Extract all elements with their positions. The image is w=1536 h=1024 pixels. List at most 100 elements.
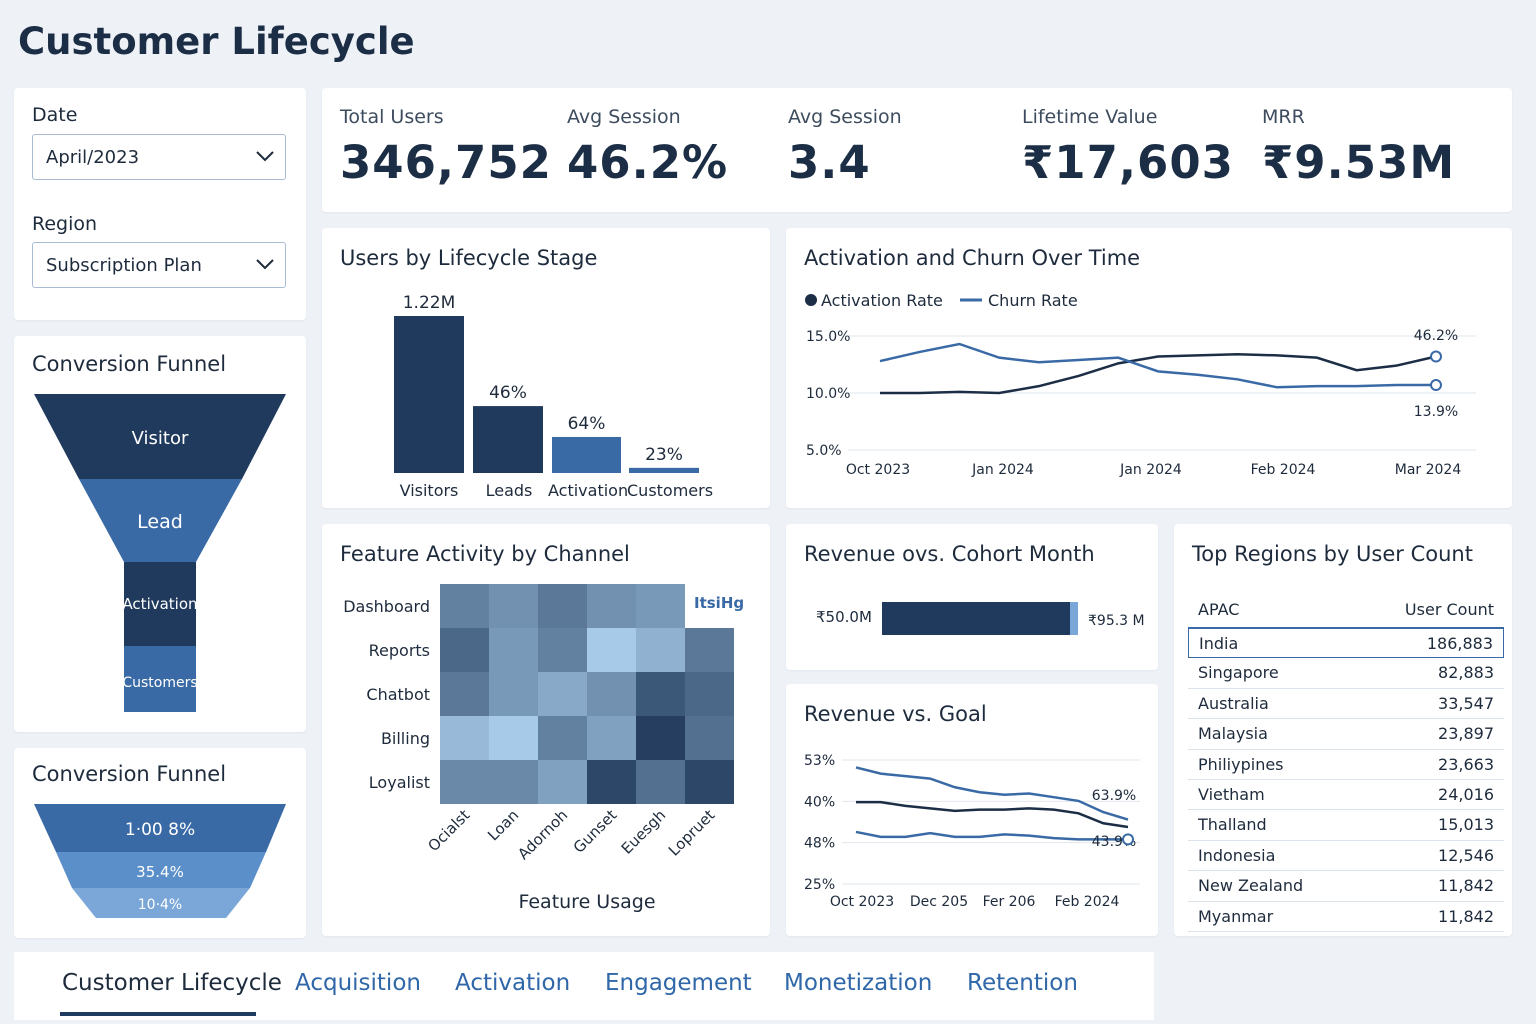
funnel-label: Activation (122, 595, 197, 613)
x-tick-label: Jan 2024 (1119, 462, 1182, 478)
cohort-bar[interactable] (882, 602, 1070, 635)
table-row[interactable]: New Zealand 11,842 (1188, 871, 1504, 902)
heatmap-cell[interactable] (636, 584, 685, 628)
funnel-label: Visitor (132, 428, 189, 449)
heatmap-cell[interactable] (685, 628, 734, 672)
series-end-marker[interactable] (1430, 379, 1442, 392)
heatmap-cell[interactable] (587, 760, 636, 804)
heatmap-cell[interactable] (440, 584, 489, 628)
region-name-cell: Myanmar (1198, 906, 1274, 926)
column-header-region[interactable]: APAC (1198, 600, 1239, 627)
column-header-count[interactable]: User Count (1405, 600, 1494, 627)
region-name-cell: New Zealand (1198, 876, 1304, 896)
lifecycle-bar[interactable] (394, 316, 464, 473)
table-row[interactable]: Philiypines 23,663 (1188, 750, 1504, 780)
series-end-label: 46.2% (1414, 328, 1458, 344)
x-tick-label: Mar 2024 (1395, 462, 1462, 478)
region-name-cell: Singapore (1198, 663, 1279, 683)
heatmap-cell[interactable] (538, 628, 587, 672)
heatmap-cell[interactable] (587, 672, 636, 716)
table-row[interactable]: Myanmar 11,842 (1188, 902, 1504, 932)
cohort-bar-segment[interactable] (1070, 602, 1078, 635)
revenue-goal-series-line[interactable] (855, 766, 1129, 821)
feature-activity-card: Feature Activity by Channel ItsiHg Dashbo… (322, 524, 770, 936)
region-name-cell: India (1199, 634, 1239, 653)
heatmap-cell[interactable] (489, 716, 538, 760)
kpi-total-users: Total Users 346,752 (340, 106, 552, 189)
heatmap-cell[interactable] (489, 760, 538, 804)
table-row[interactable]: Australia 33,547 (1188, 689, 1504, 720)
heatmap-cell[interactable] (636, 760, 685, 804)
top-regions-card: Top Regions by User Count APAC User Coun… (1174, 524, 1512, 936)
heatmap-cell[interactable] (636, 628, 685, 672)
heatmap-cell[interactable] (440, 672, 489, 716)
heatmap-cell[interactable] (538, 672, 587, 716)
series-end-label: 63.9% (1092, 788, 1136, 804)
heatmap-cell[interactable] (685, 760, 734, 804)
tab-engagement[interactable]: Engagement (605, 970, 752, 996)
region-name-cell: Australia (1198, 693, 1269, 713)
heatmap-cell[interactable] (440, 760, 489, 804)
heatmap-cell[interactable] (489, 672, 538, 716)
region-name-cell: Vietham (1198, 784, 1265, 804)
table-row[interactable]: Indonesia 12,546 (1188, 841, 1504, 872)
region-name-cell: Philiypines (1198, 754, 1284, 774)
heatmap-cell[interactable] (440, 628, 489, 672)
heatmap-cell[interactable] (538, 584, 587, 628)
user-count-cell: 24,016 (1438, 784, 1494, 804)
lifecycle-bar[interactable] (552, 436, 621, 473)
tab-monetization[interactable]: Monetization (784, 970, 932, 996)
heatmap-cell[interactable] (685, 672, 734, 716)
heatmap-cell[interactable] (587, 584, 636, 628)
cohort-left-label: ₹50.0M (816, 608, 872, 626)
table-row[interactable]: India 186,883 (1188, 628, 1504, 659)
series-end-marker[interactable] (1122, 833, 1134, 846)
table-row[interactable]: Singapore 82,883 (1188, 658, 1504, 689)
conversion-funnel-card: Conversion Funnel Visitor Lead Activatio… (14, 336, 306, 732)
revenue-goal-series-line[interactable] (855, 830, 1128, 841)
heatmap-cell[interactable] (489, 628, 538, 672)
revenue-goal-line-chart: 53% 40% 48% 25%Oct 2023 Dec 205 Fer 206 Feb 20… (804, 753, 1140, 910)
user-count-cell: 12,546 (1438, 845, 1494, 865)
heatmap-cell[interactable] (440, 716, 489, 760)
heatmap-cell[interactable] (538, 716, 587, 760)
heatmap-cell[interactable] (685, 716, 734, 760)
kpi-label: Lifetime Value (1022, 106, 1158, 128)
heatmap-cell[interactable] (587, 716, 636, 760)
tab-acquisition[interactable]: Acquisition (295, 970, 421, 996)
heatmap-cell[interactable] (636, 716, 685, 760)
y-tick-label: 15.0% (806, 329, 850, 345)
table-row[interactable]: Vietham 24,016 (1188, 780, 1504, 811)
region-dropdown[interactable]: Subscription Plan (32, 242, 286, 288)
series-end-marker[interactable] (1430, 350, 1442, 363)
heatmap-row-label: Dashboard (343, 597, 430, 616)
tab-retention[interactable]: Retention (967, 970, 1078, 996)
table-row[interactable]: Thalland 15,013 (1188, 810, 1504, 841)
user-count-cell: 23,663 (1438, 754, 1494, 774)
y-tick-label: 10.0% (806, 386, 850, 402)
x-tick-label: Fer 206 (983, 894, 1036, 910)
table-row[interactable]: Malaysia 23,897 (1188, 719, 1504, 750)
heatmap-col-label: Adornoh (514, 806, 571, 863)
heatmap-cell[interactable] (587, 628, 636, 672)
heatmap-cell[interactable] (636, 672, 685, 716)
heatmap-cell[interactable] (489, 584, 538, 628)
heatmap-x-axis-title: Feature Usage (518, 891, 655, 913)
tab-activation[interactable]: Activation (455, 970, 570, 996)
y-tick-label: 25% (804, 877, 835, 893)
tab-customer-lifecycle[interactable]: Customer Lifecycle (62, 970, 282, 996)
feature-activity-heatmap: ItsiHg Dashboard Reports Chatbot Billing Loya… (343, 584, 744, 913)
x-tick-label: Oct 2023 (830, 894, 894, 910)
lifecycle-bar[interactable] (629, 467, 699, 473)
activation-churn-line-chart: 15.0% 10.0% 5.0%Oct 2023 Jan 2024 Jan 2024 Fe… (805, 291, 1476, 478)
chevron-down-icon (256, 259, 274, 270)
churn-rate-line[interactable] (879, 342, 1436, 389)
category-tick-label: Customers (627, 481, 713, 500)
activation-churn-card: Activation and Churn Over Time 15.0% 10.0… (786, 228, 1512, 508)
kpi-lifetime-value: Lifetime Value ₹17,603 (1022, 106, 1234, 189)
heatmap-cell[interactable] (538, 760, 587, 804)
date-dropdown[interactable]: April/2023 (32, 134, 286, 180)
user-count-cell: 11,842 (1438, 876, 1494, 896)
date-filter-label: Date (32, 104, 78, 126)
lifecycle-bar[interactable] (473, 406, 543, 473)
